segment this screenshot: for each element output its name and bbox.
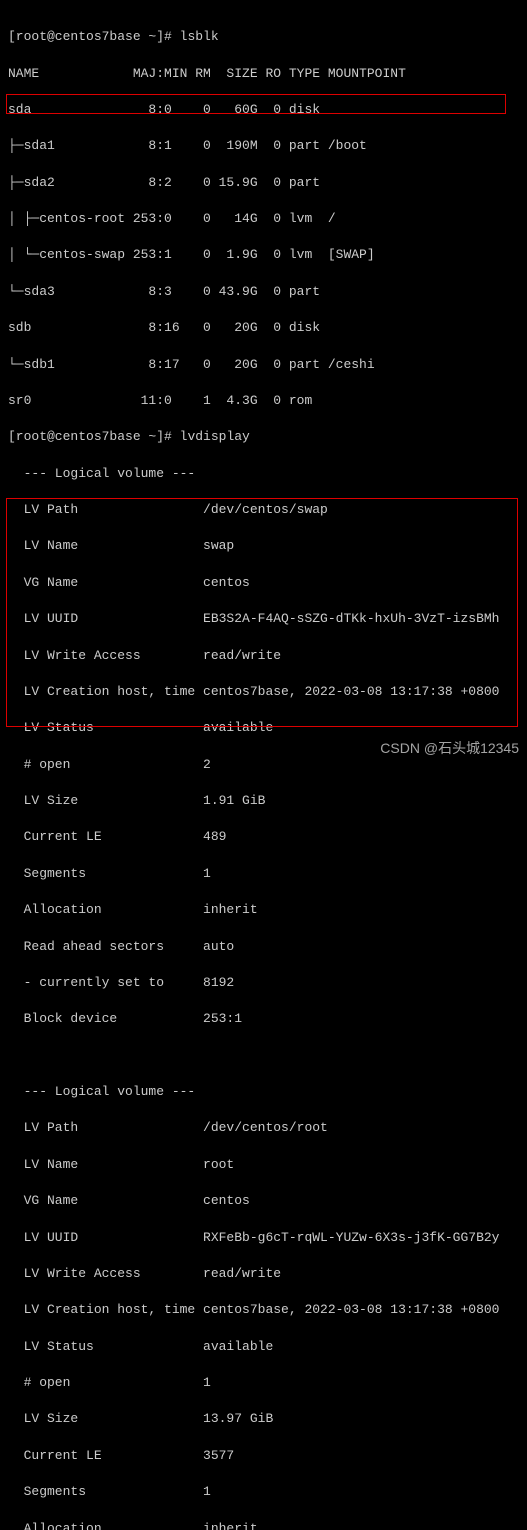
lv-field: LV Name swap [0, 537, 527, 555]
lsblk-row: sda 8:0 0 60G 0 disk [0, 101, 527, 119]
lsblk-row: │ └─centos-swap 253:1 0 1.9G 0 lvm [SWAP… [0, 246, 527, 264]
lsblk-row: ├─sda1 8:1 0 190M 0 part /boot [0, 137, 527, 155]
lv-header: --- Logical volume --- [0, 1083, 527, 1101]
lv-header: --- Logical volume --- [0, 465, 527, 483]
lv-field: LV Status available [0, 719, 527, 737]
lsblk-row: ├─sda2 8:2 0 15.9G 0 part [0, 174, 527, 192]
lv-field: Allocation inherit [0, 1520, 527, 1530]
lv-field: LV Name root [0, 1156, 527, 1174]
lv-field: LV UUID RXFeBb-g6cT-rqWL-YUZw-6X3s-j3fK-… [0, 1229, 527, 1247]
lv-field: LV Creation host, time centos7base, 2022… [0, 1301, 527, 1319]
lv-field: LV Size 13.97 GiB [0, 1410, 527, 1428]
lv-field: LV Write Access read/write [0, 647, 527, 665]
lv-field: VG Name centos [0, 574, 527, 592]
lv-field: LV Size 1.91 GiB [0, 792, 527, 810]
watermark-text: CSDN @石头城12345 [380, 739, 519, 759]
lv-field: Current LE 3577 [0, 1447, 527, 1465]
lv-field: Allocation inherit [0, 901, 527, 919]
lv-field: Current LE 489 [0, 828, 527, 846]
command-line: [root@centos7base ~]# lvdisplay [0, 428, 527, 446]
lv-field: LV Write Access read/write [0, 1265, 527, 1283]
lv-field: LV UUID EB3S2A-F4AQ-sSZG-dTKk-hxUh-3VzT-… [0, 610, 527, 628]
terminal-output[interactable]: [root@centos7base ~]# lsblk NAME MAJ:MIN… [0, 0, 527, 1530]
lv-field: LV Path /dev/centos/swap [0, 501, 527, 519]
blank-line [0, 1047, 527, 1065]
lv-field: - currently set to 8192 [0, 974, 527, 992]
shell-prompt: [root@centos7base ~]# [8, 29, 180, 44]
command-text: lvdisplay [180, 429, 250, 444]
command-text: lsblk [180, 29, 219, 44]
lv-field: Segments 1 [0, 1483, 527, 1501]
lsblk-row-highlighted: │ ├─centos-root 253:0 0 14G 0 lvm / [0, 210, 527, 228]
lv-field: VG Name centos [0, 1192, 527, 1210]
lv-field: LV Path /dev/centos/root [0, 1119, 527, 1137]
lv-field: LV Creation host, time centos7base, 2022… [0, 683, 527, 701]
command-line: [root@centos7base ~]# lsblk [0, 28, 527, 46]
lsblk-row: └─sdb1 8:17 0 20G 0 part /ceshi [0, 356, 527, 374]
lv-field: # open 1 [0, 1374, 527, 1392]
shell-prompt: [root@centos7base ~]# [8, 429, 180, 444]
lv-field: Read ahead sectors auto [0, 938, 527, 956]
lv-field: Segments 1 [0, 865, 527, 883]
lv-field: Block device 253:1 [0, 1010, 527, 1028]
lv-field: LV Status available [0, 1338, 527, 1356]
lsblk-row: └─sda3 8:3 0 43.9G 0 part [0, 283, 527, 301]
lsblk-row: sdb 8:16 0 20G 0 disk [0, 319, 527, 337]
lsblk-header: NAME MAJ:MIN RM SIZE RO TYPE MOUNTPOINT [0, 65, 527, 83]
lsblk-row: sr0 11:0 1 4.3G 0 rom [0, 392, 527, 410]
